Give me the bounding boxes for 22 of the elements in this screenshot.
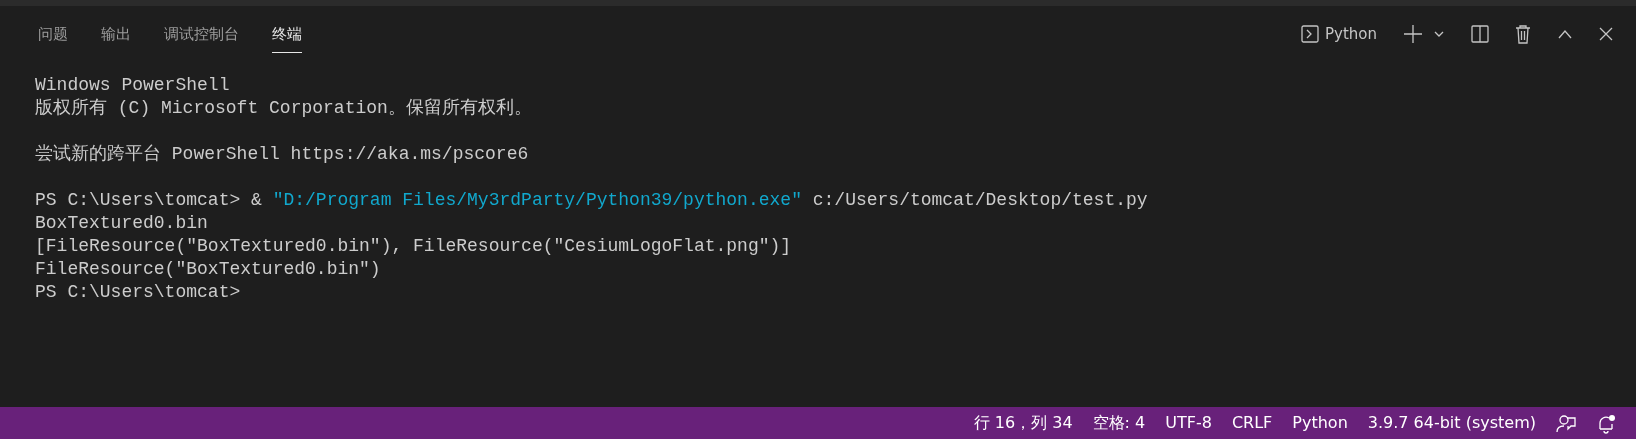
terminal-line: PS C:\Users\tomcat> <box>35 282 241 302</box>
terminal-profile-button[interactable]: Python <box>1296 20 1382 48</box>
status-item[interactable]: CRLF <box>1221 411 1283 435</box>
panel-tab[interactable]: 调试控制台 <box>164 15 239 53</box>
terminal-line: FileResource("BoxTextured0.bin") <box>35 259 381 279</box>
terminal-line: BoxTextured0.bin <box>35 213 208 233</box>
status-item[interactable]: 3.9.7 64-bit (system) <box>1357 411 1546 435</box>
terminal-text: PS C:\Users\tomcat> & <box>35 190 263 210</box>
terminal-string: "D:/Program Files/My3rdParty/Python39/python.exe" <box>272 190 802 210</box>
panel-tab[interactable]: 终端 <box>272 15 302 53</box>
panel-tab[interactable]: 问题 <box>38 15 68 53</box>
status-item[interactable]: 行 16，列 34 <box>963 411 1083 435</box>
terminal-text: c:/Users/tomcat/Desktop/test.py <box>811 190 1148 210</box>
panel-tab[interactable]: 输出 <box>101 15 131 53</box>
terminal-line: 版权所有 (C) Microsoft Corporation。保留所有权利。 <box>35 98 532 118</box>
status-item[interactable]: Python <box>1282 411 1358 435</box>
terminal-line: Windows PowerShell <box>35 75 230 95</box>
status-item[interactable]: 空格: 4 <box>1082 411 1156 435</box>
terminal-icon <box>1301 25 1319 43</box>
status-item[interactable]: UTF-8 <box>1155 411 1222 435</box>
terminal-line: [FileResource("BoxTextured0.bin"), FileResource("CesiumLogoFlat.png")] <box>35 236 792 256</box>
terminal-line: 尝试新的跨平台 PowerShell https://aka.ms/pscore6 <box>35 144 529 164</box>
